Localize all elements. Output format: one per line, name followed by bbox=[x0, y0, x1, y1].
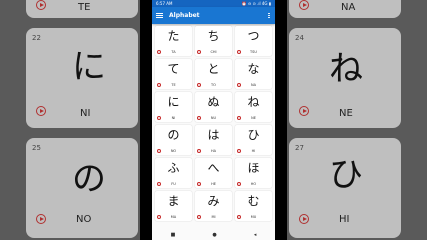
background-romaji: HI bbox=[339, 214, 350, 225]
romaji-label: TSU bbox=[250, 50, 257, 54]
kana-card[interactable]: と TO bbox=[195, 59, 232, 89]
romaji-label: NA bbox=[250, 83, 256, 87]
romaji-label: MU bbox=[250, 215, 257, 219]
background-card: 27 ひ HI bbox=[289, 138, 401, 238]
kana-card[interactable]: ね NE bbox=[235, 92, 272, 122]
background-romaji: NE bbox=[339, 108, 353, 119]
kana-character: ぬ bbox=[207, 95, 220, 109]
play-icon bbox=[36, 214, 46, 224]
navigation-bar: ■ ● ◂ bbox=[152, 230, 275, 240]
phone-screen: 6:57 AM ⏰ ⊖ ⊙ .ıl 4G ▮ Alphabet た TA ち CHI つ… bbox=[152, 0, 275, 240]
kana-character: に bbox=[167, 95, 180, 109]
play-icon bbox=[36, 0, 46, 10]
background-card: 22 に NI bbox=[26, 28, 138, 128]
kana-card[interactable]: つ TSU bbox=[235, 26, 272, 56]
status-time: 6:57 AM bbox=[156, 1, 173, 6]
background-right-panel: NA 24 ね NE 27 ひ HI bbox=[287, 0, 427, 240]
kana-character: は bbox=[207, 128, 220, 142]
romaji-label: NO bbox=[170, 149, 177, 153]
background-kana: の bbox=[72, 159, 106, 199]
kana-character: ほ bbox=[247, 161, 260, 175]
kana-character: て bbox=[167, 62, 180, 76]
kana-card[interactable]: ひ HI bbox=[235, 125, 272, 155]
recents-button[interactable]: ■ bbox=[171, 232, 176, 238]
card-number: 24 bbox=[295, 34, 304, 42]
romaji-label: MA bbox=[170, 215, 177, 219]
romaji-label: HI bbox=[251, 149, 256, 153]
kana-character: つ bbox=[247, 29, 260, 43]
romaji-label: FU bbox=[171, 182, 176, 186]
kana-card[interactable]: ぬ NU bbox=[195, 92, 232, 122]
background-kana: ね bbox=[329, 49, 363, 89]
romaji-label: NI bbox=[171, 116, 176, 120]
play-icon bbox=[299, 106, 309, 116]
kana-card[interactable]: へ HE bbox=[195, 158, 232, 188]
background-card: TE bbox=[26, 0, 138, 18]
background-romaji: TE bbox=[78, 2, 91, 13]
more-options-icon[interactable] bbox=[267, 12, 271, 19]
romaji-label: MI bbox=[211, 215, 216, 219]
background-romaji: NO bbox=[76, 214, 92, 225]
romaji-label: HA bbox=[210, 149, 217, 153]
kana-character: ま bbox=[167, 194, 180, 208]
kana-card[interactable]: ま MA bbox=[155, 191, 192, 221]
background-romaji: NA bbox=[341, 2, 356, 13]
kana-character: の bbox=[167, 128, 180, 142]
background-card: 25 の NO bbox=[26, 138, 138, 238]
romaji-label: HE bbox=[211, 182, 216, 186]
kana-card[interactable]: ふ FU bbox=[155, 158, 192, 188]
kana-grid: た TA ち CHI つ TSU て TE と TO な NA に NI ぬ NU ね NE の NO は HA ひ HI ふ F… bbox=[155, 26, 272, 221]
card-number: 27 bbox=[295, 144, 304, 152]
app-bar: Alphabet bbox=[152, 7, 275, 24]
background-left-panel: TE 22 に NI 25 の NO bbox=[0, 0, 140, 240]
kana-character: ね bbox=[247, 95, 260, 109]
kana-card[interactable]: な NA bbox=[235, 59, 272, 89]
kana-card[interactable]: み MI bbox=[195, 191, 232, 221]
kana-character: み bbox=[207, 194, 220, 208]
background-card: 24 ね NE bbox=[289, 28, 401, 128]
romaji-label: TE bbox=[171, 83, 176, 87]
kana-card[interactable]: は HA bbox=[195, 125, 232, 155]
kana-card[interactable]: の NO bbox=[155, 125, 192, 155]
card-number: 25 bbox=[32, 144, 41, 152]
home-button[interactable]: ● bbox=[212, 232, 216, 238]
kana-card[interactable]: に NI bbox=[155, 92, 192, 122]
background-kana: に bbox=[72, 47, 106, 87]
kana-character: と bbox=[207, 62, 220, 76]
card-number: 22 bbox=[32, 34, 41, 42]
kana-card[interactable]: ほ HO bbox=[235, 158, 272, 188]
kana-card[interactable]: む MU bbox=[235, 191, 272, 221]
background-romaji: NI bbox=[80, 108, 91, 119]
page-title: Alphabet bbox=[169, 12, 200, 19]
kana-character: ひ bbox=[247, 128, 260, 142]
status-icons: ⏰ ⊖ ⊙ .ıl 4G ▮ bbox=[241, 1, 271, 6]
kana-character: む bbox=[247, 194, 260, 208]
play-icon bbox=[299, 214, 309, 224]
romaji-label: NU bbox=[210, 116, 217, 120]
kana-character: へ bbox=[207, 161, 220, 175]
kana-card[interactable]: た TA bbox=[155, 26, 192, 56]
romaji-label: CHI bbox=[210, 50, 217, 54]
menu-icon[interactable] bbox=[156, 13, 163, 18]
kana-character: た bbox=[167, 29, 180, 43]
romaji-label: HO bbox=[250, 182, 257, 186]
background-card: NA bbox=[289, 0, 401, 18]
status-bar: 6:57 AM ⏰ ⊖ ⊙ .ıl 4G ▮ bbox=[152, 0, 275, 7]
back-button[interactable]: ◂ bbox=[254, 232, 257, 238]
romaji-label: TA bbox=[171, 50, 176, 54]
play-icon bbox=[36, 106, 46, 116]
kana-card[interactable]: て TE bbox=[155, 59, 192, 89]
kana-card[interactable]: ち CHI bbox=[195, 26, 232, 56]
romaji-label: NE bbox=[251, 116, 256, 120]
romaji-label: TO bbox=[211, 83, 216, 87]
play-icon bbox=[299, 0, 309, 10]
kana-character: ち bbox=[207, 29, 220, 43]
kana-character: ふ bbox=[167, 161, 180, 175]
background-kana: ひ bbox=[329, 155, 363, 195]
kana-character: な bbox=[247, 62, 260, 76]
